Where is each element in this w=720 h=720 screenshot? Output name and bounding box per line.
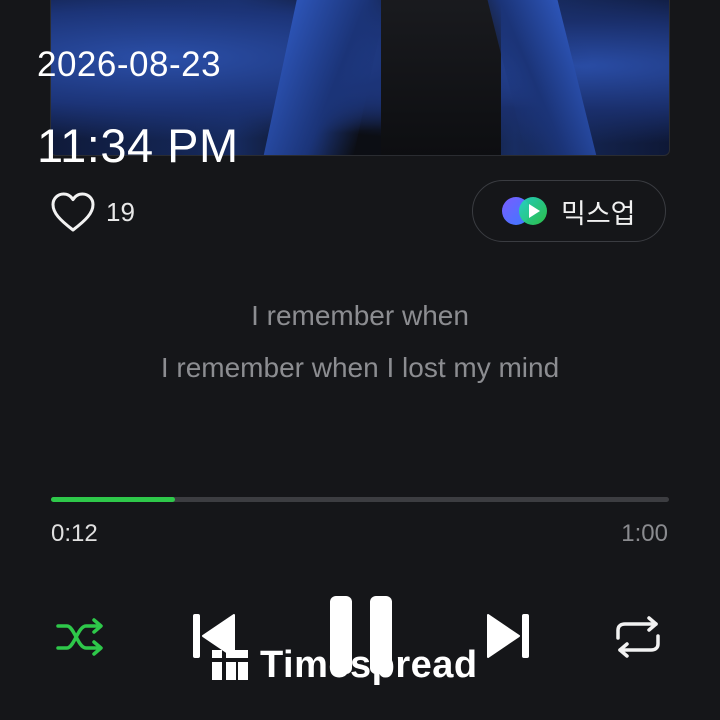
album-art-figure-left	[263, 0, 389, 155]
current-time: 0:12	[51, 520, 98, 547]
shuffle-icon	[56, 618, 103, 656]
total-time: 1:00	[621, 520, 668, 547]
watermark-text: Timespread	[260, 643, 478, 686]
album-art-figure-center	[381, 0, 501, 155]
mixup-button[interactable]: 믹스업	[472, 180, 666, 242]
album-art-figure-right	[485, 0, 597, 155]
progress-fill	[51, 497, 175, 502]
mixup-logo-icon	[502, 197, 547, 225]
watermark-logo-icon	[212, 650, 248, 680]
lyric-line-1[interactable]: I remember when	[0, 300, 720, 332]
progress-knob[interactable]	[165, 489, 185, 509]
repeat-button[interactable]	[612, 614, 664, 665]
like-count: 19	[106, 196, 135, 227]
progress-bar[interactable]	[51, 497, 669, 502]
like-button[interactable]: 19	[50, 190, 135, 234]
status-time: 11:34 PM	[37, 119, 239, 172]
shuffle-button[interactable]	[54, 614, 108, 665]
heart-outline-icon	[51, 192, 95, 232]
skip-next-icon	[487, 614, 529, 658]
lyric-line-2[interactable]: I remember when I lost my mind	[0, 352, 720, 384]
mixup-label: 믹스업	[561, 198, 636, 230]
watermark: Timespread	[212, 640, 478, 690]
status-date: 2026-08-23	[37, 45, 222, 84]
repeat-icon	[616, 616, 660, 658]
next-button[interactable]	[484, 610, 532, 667]
